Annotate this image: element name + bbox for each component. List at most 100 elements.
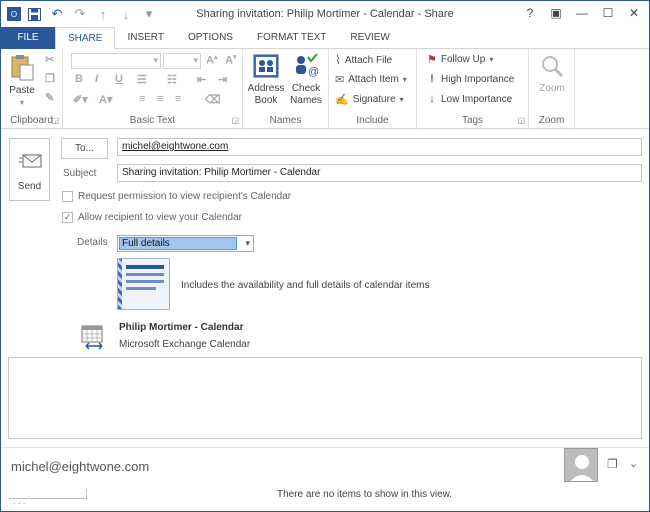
basic-text-group-label: Basic Text — [129, 115, 176, 126]
format-painter-icon[interactable]: ✎ — [45, 91, 54, 104]
paste-button[interactable]: Paste ▾ — [5, 53, 39, 109]
down-arrow-icon[interactable]: ↓ — [116, 5, 136, 23]
follow-up-button[interactable]: ⚑ Follow Up ▾ — [427, 53, 493, 66]
ribbon-display-options-button[interactable]: ▣ — [545, 4, 567, 22]
align-center-icon[interactable]: ≡ — [157, 93, 163, 105]
window-title: Sharing invitation: Philip Mortimer - Ca… — [196, 8, 454, 20]
check-icon: ✓ — [62, 212, 73, 223]
high-importance-button[interactable]: ! High Importance — [427, 73, 514, 85]
message-body[interactable] — [8, 357, 642, 439]
help-button[interactable]: ? — [519, 4, 541, 22]
up-arrow-icon[interactable]: ↑ — [93, 5, 113, 23]
bullets-icon[interactable]: ☰ — [137, 73, 147, 86]
details-label: Details — [77, 237, 108, 248]
font-color-icon[interactable]: A▾ — [99, 93, 112, 106]
underline-button[interactable]: U — [115, 73, 123, 85]
magnifier-icon — [542, 56, 564, 78]
clipboard-launcher-icon[interactable]: ◲ — [51, 116, 59, 125]
include-group-label: Include — [356, 115, 389, 126]
basic-text-group: A▴ A▾ B I U ☰ ☷ ⇤ ⇥ ✐▾ A▾ ≡ ≡ ≡ ⌫ Basic … — [63, 49, 243, 129]
address-book-icon — [253, 54, 279, 78]
redo-icon[interactable]: ↷ — [70, 5, 90, 23]
attach-file-button[interactable]: ⌇ Attach File — [335, 53, 392, 67]
subject-field[interactable]: Sharing invitation: Philip Mortimer - Ca… — [117, 164, 642, 182]
undo-icon[interactable]: ↶ — [47, 5, 67, 23]
clipboard-group: Paste ▾ ✂ ❐ ✎ Clipboard ◲ — [1, 49, 63, 129]
paste-dropdown-icon[interactable]: ▾ — [5, 97, 39, 109]
grow-font-icon[interactable]: A▴ — [206, 53, 217, 67]
check-names-button[interactable]: @ Check Names — [287, 53, 325, 107]
tags-group: ⚑ Follow Up ▾ ! High Importance ↓ Low Im… — [417, 49, 529, 129]
avatar[interactable] — [564, 448, 598, 482]
decrease-indent-icon[interactable]: ⇤ — [197, 73, 206, 86]
tab-file[interactable]: FILE — [1, 27, 55, 49]
details-selected-value: Full details — [119, 237, 237, 250]
envelope-clip-icon: ✉ — [335, 74, 345, 86]
names-group: Address Book @ Check Names Names — [243, 49, 329, 129]
chevron-down-icon: ▾ — [245, 238, 250, 248]
chevron-down-icon: ▾ — [399, 95, 404, 104]
to-button[interactable]: To... — [61, 138, 108, 159]
zoom-button[interactable]: Zoom — [533, 53, 571, 95]
people-pane-tab[interactable] — [9, 489, 87, 499]
zoom-group-label: Zoom — [538, 115, 565, 126]
tags-group-label: Tags — [461, 115, 484, 126]
clear-formatting-icon[interactable]: ⌫ — [205, 93, 221, 106]
signature-button[interactable]: ✍ Signature ▾ — [335, 93, 404, 106]
calendar-type: Microsoft Exchange Calendar — [119, 339, 251, 350]
align-right-icon[interactable]: ≡ — [175, 93, 181, 105]
allow-view-checkbox[interactable]: ✓ Allow recipient to view your Calendar — [62, 212, 242, 223]
check-names-icon: @ — [296, 53, 319, 78]
align-left-icon[interactable]: ≡ — [139, 93, 145, 105]
tab-share[interactable]: SHARE — [55, 27, 116, 50]
chevron-down-icon: ▾ — [489, 55, 494, 64]
maximize-button[interactable]: ☐ — [597, 4, 619, 22]
minimize-button[interactable]: — — [571, 4, 593, 22]
attach-item-button[interactable]: ✉ Attach Item ▾ — [335, 73, 407, 86]
italic-button[interactable]: I — [95, 73, 98, 85]
address-book-button[interactable]: Address Book — [247, 53, 285, 107]
basic-text-launcher-icon[interactable]: ◲ — [231, 116, 239, 125]
subject-label: Subject — [63, 168, 97, 179]
save-icon[interactable] — [24, 5, 44, 23]
outlook-icon: O — [7, 7, 21, 21]
compose-window: O ↶ ↷ ↑ ↓ ▾ Sharing invitation: Philip M… — [0, 0, 650, 512]
increase-indent-icon[interactable]: ⇥ — [218, 73, 227, 86]
shrink-font-icon[interactable]: A▾ — [225, 53, 236, 67]
to-recipient[interactable]: michel@eightwone.com — [122, 141, 228, 152]
tab-insert[interactable]: INSERT — [115, 27, 176, 49]
font-name-combo[interactable] — [71, 53, 161, 69]
zoom-group: Zoom Zoom — [529, 49, 575, 129]
ribbon-tabs: FILE SHARE INSERT OPTIONS FORMAT TEXT RE… — [1, 27, 649, 50]
close-button[interactable]: ✕ — [623, 4, 645, 22]
people-pane-name: michel@eightwone.com — [11, 459, 150, 474]
shared-calendar-icon — [81, 325, 103, 350]
numbering-icon[interactable]: ☷ — [167, 73, 177, 86]
title-bar: O ↶ ↷ ↑ ↓ ▾ Sharing invitation: Philip M… — [1, 1, 649, 27]
request-permission-checkbox[interactable]: Request permission to view recipient's C… — [62, 191, 291, 202]
highlight-icon[interactable]: ✐▾ — [73, 93, 88, 106]
exclamation-icon: ! — [430, 73, 434, 85]
calendar-name: Philip Mortimer - Calendar — [119, 322, 244, 333]
tags-launcher-icon[interactable]: ◲ — [517, 116, 525, 125]
people-pane-copy-icon[interactable]: ❐ — [607, 457, 618, 471]
people-pane-divider — [1, 447, 649, 448]
send-button[interactable]: Send — [9, 138, 50, 201]
tab-format-text[interactable]: FORMAT TEXT — [245, 27, 338, 49]
tab-review[interactable]: REVIEW — [338, 27, 401, 49]
tab-options[interactable]: OPTIONS — [176, 27, 245, 49]
chevron-down-icon: ▾ — [402, 75, 407, 84]
copy-icon[interactable]: ❐ — [45, 72, 55, 85]
low-importance-button[interactable]: ↓ Low Importance — [427, 93, 512, 105]
signature-icon: ✍ — [335, 94, 349, 106]
more-dots-icon[interactable]: · · · — [13, 499, 25, 508]
down-arrow-icon: ↓ — [429, 93, 435, 105]
to-field[interactable]: michel@eightwone.com — [117, 138, 642, 156]
chevron-down-icon[interactable]: ⌄ — [629, 457, 638, 470]
details-select[interactable]: Full details ▾ — [117, 235, 254, 252]
names-group-label: Names — [269, 115, 302, 126]
bold-button[interactable]: B — [75, 73, 83, 85]
window-controls: ? ▣ — ☐ ✕ — [519, 4, 645, 22]
cut-icon[interactable]: ✂ — [45, 53, 54, 66]
font-size-combo[interactable] — [163, 53, 201, 69]
